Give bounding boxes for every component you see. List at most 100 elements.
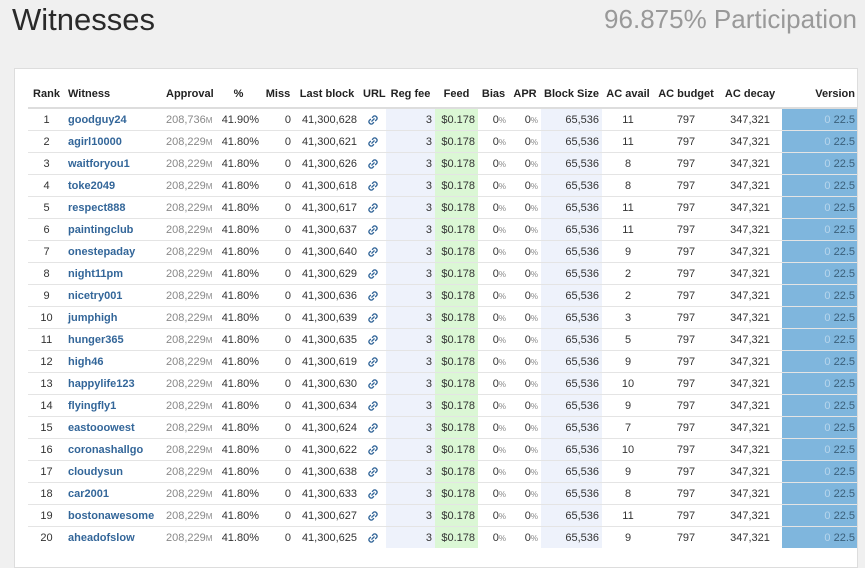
witness-link[interactable]: waitforyou1 [68, 158, 130, 170]
link-icon[interactable] [367, 466, 379, 478]
witness-link[interactable]: bostonawesome [68, 510, 154, 522]
link-icon[interactable] [367, 290, 379, 302]
col-header-witness[interactable]: Witness [65, 81, 163, 109]
cell-url[interactable] [360, 240, 386, 263]
cell-url[interactable] [360, 152, 386, 175]
witness-link[interactable]: car2001 [68, 488, 109, 500]
link-icon[interactable] [367, 510, 379, 522]
cell-url[interactable] [360, 306, 386, 329]
cell-url[interactable] [360, 460, 386, 483]
link-icon[interactable] [367, 136, 379, 148]
col-header-reg-fee[interactable]: Reg fee [386, 81, 435, 109]
version-value: 22.5 [833, 487, 855, 500]
cell-ac-decay: 347,321 [718, 482, 782, 505]
link-icon[interactable] [367, 532, 379, 544]
apr-unit: % [530, 467, 538, 477]
cell-block-size: 65,536 [541, 262, 602, 285]
cell-url[interactable] [360, 438, 386, 461]
cell-apr: 0% [509, 526, 541, 548]
cell-ac-budget: 797 [654, 284, 718, 307]
witness-link[interactable]: paintingclub [68, 224, 133, 236]
witness-link[interactable]: high46 [68, 356, 103, 368]
cell-url[interactable] [360, 350, 386, 373]
cell-rank: 13 [28, 372, 65, 395]
witness-link[interactable]: hunger365 [68, 334, 124, 346]
cell-url[interactable] [360, 416, 386, 439]
cell-url[interactable] [360, 504, 386, 527]
witness-link[interactable]: aheadofslow [68, 532, 135, 544]
table-row: 20 aheadofslow 208,229M 41.80% 0 41,300,625 3 $… [28, 526, 857, 548]
cell-url[interactable] [360, 262, 386, 285]
witness-link[interactable]: goodguy24 [68, 114, 127, 126]
cell-url[interactable] [360, 218, 386, 241]
cell-url[interactable] [360, 372, 386, 395]
link-icon[interactable] [367, 444, 379, 456]
link-icon[interactable] [367, 158, 379, 170]
witness-link[interactable]: toke2049 [68, 180, 115, 192]
cell-url[interactable] [360, 284, 386, 307]
witness-link[interactable]: jumphigh [68, 312, 118, 324]
link-icon[interactable] [367, 422, 379, 434]
col-header-url[interactable]: URL [360, 81, 386, 109]
link-icon[interactable] [367, 268, 379, 280]
link-icon[interactable] [367, 312, 379, 324]
witness-link[interactable]: respect888 [68, 202, 126, 214]
apr-unit: % [530, 159, 538, 169]
link-icon[interactable] [367, 114, 379, 126]
link-icon[interactable] [367, 400, 379, 412]
cell-url[interactable] [360, 394, 386, 417]
col-header-feed[interactable]: Feed [435, 81, 478, 109]
witness-link[interactable]: eastooowest [68, 422, 135, 434]
cell-rank: 5 [28, 196, 65, 219]
witness-link[interactable]: onestepaday [68, 246, 135, 258]
col-header-bias[interactable]: Bias [478, 81, 509, 109]
cell-block-size: 65,536 [541, 218, 602, 241]
cell-ac-budget: 797 [654, 328, 718, 351]
approval-unit: M [205, 423, 213, 433]
link-icon[interactable] [367, 356, 379, 368]
col-header-approval[interactable]: Approval [163, 81, 215, 109]
witness-link[interactable]: night11pm [68, 268, 123, 280]
link-icon[interactable] [367, 224, 379, 236]
col-header-version[interactable]: Version [782, 81, 857, 109]
cell-url[interactable] [360, 482, 386, 505]
witness-link[interactable]: cloudysun [68, 466, 123, 478]
cell-url[interactable] [360, 328, 386, 351]
link-icon[interactable] [367, 378, 379, 390]
version-value: 22.5 [833, 509, 855, 522]
cell-url[interactable] [360, 130, 386, 153]
cell-version: 0 22.5 [782, 107, 857, 131]
cell-url[interactable] [360, 526, 386, 548]
approval-value: 208,229 [166, 223, 206, 236]
col-header-ac-decay[interactable]: AC decay [718, 81, 782, 109]
cell-url[interactable] [360, 196, 386, 219]
cell-apr: 0% [509, 240, 541, 263]
cell-last-block: 41,300,637 [294, 218, 360, 241]
cell-miss: 0 [262, 107, 294, 131]
approval-value: 208,736 [166, 113, 206, 126]
link-icon[interactable] [367, 246, 379, 258]
link-icon[interactable] [367, 334, 379, 346]
cell-approval: 208,229M [163, 482, 215, 505]
cell-url[interactable] [360, 174, 386, 197]
witness-link[interactable]: coronashallgo [68, 444, 143, 456]
col-header-apr[interactable]: APR [509, 81, 541, 109]
col-header-rank[interactable]: Rank [28, 81, 65, 109]
col-header-last-block[interactable]: Last block [294, 81, 360, 109]
link-icon[interactable] [367, 488, 379, 500]
link-icon[interactable] [367, 202, 379, 214]
col-header-percent[interactable]: % [215, 81, 262, 109]
witness-link[interactable]: nicetry001 [68, 290, 122, 302]
col-header-block-size[interactable]: Block Size [541, 81, 602, 109]
cell-ac-decay: 347,321 [718, 306, 782, 329]
col-header-ac-avail[interactable]: AC avail [602, 81, 654, 109]
witness-link[interactable]: flyingfly1 [68, 400, 116, 412]
cell-bias: 0% [478, 130, 509, 153]
col-header-ac-budget[interactable]: AC budget [654, 81, 718, 109]
cell-url[interactable] [360, 107, 386, 131]
witness-link[interactable]: happylife123 [68, 378, 135, 390]
version-prefix: 0 [824, 135, 831, 148]
col-header-miss[interactable]: Miss [262, 81, 294, 109]
witness-link[interactable]: agirl10000 [68, 136, 122, 148]
link-icon[interactable] [367, 180, 379, 192]
